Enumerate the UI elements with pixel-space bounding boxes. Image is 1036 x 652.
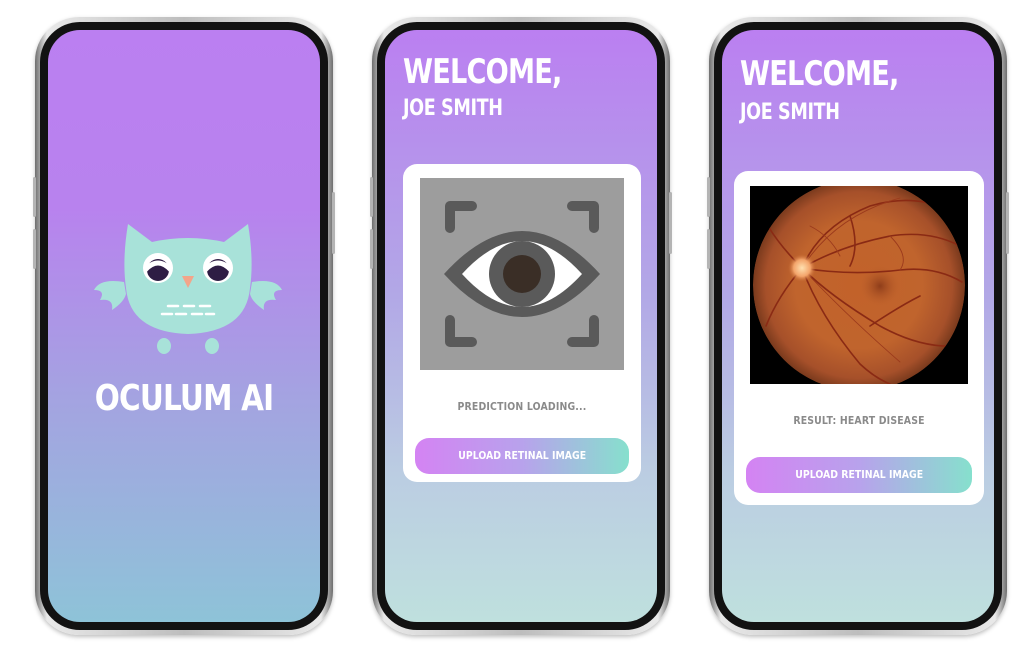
upload-card: PREDICTION LOADING... UPLOAD RETINAL IMA…: [403, 164, 641, 482]
welcome-heading: WELCOME,: [403, 52, 562, 92]
image-placeholder: [420, 178, 624, 370]
phone-side-button: [707, 177, 710, 217]
upload-retinal-image-button[interactable]: UPLOAD RETINAL IMAGE: [746, 457, 972, 493]
phone-side-button: [370, 229, 373, 269]
phone-side-button: [370, 177, 373, 217]
user-name: JOE SMITH: [403, 96, 503, 121]
retina-fundus-image: [750, 186, 968, 384]
owl-logo-icon: [94, 224, 282, 354]
user-name: JOE SMITH: [740, 100, 840, 125]
phone-power-button: [332, 192, 335, 254]
upload-retinal-image-button[interactable]: UPLOAD RETINAL IMAGE: [415, 438, 629, 474]
loading-screen: WELCOME, JOE SMITH PREDICTION LOADING...…: [385, 30, 657, 622]
phone-result: WELCOME, JOE SMITH RESULT: HEART DISEASE…: [707, 17, 1009, 635]
splash-screen: OCULUM AI: [48, 30, 320, 622]
app-name: OCULUM AI: [94, 378, 274, 419]
welcome-heading: WELCOME,: [740, 54, 899, 94]
phone-side-button: [33, 177, 36, 217]
result-status: RESULT: HEART DISEASE: [793, 414, 925, 427]
result-card: RESULT: HEART DISEASE UPLOAD RETINAL IMA…: [734, 171, 984, 505]
phone-side-button: [707, 229, 710, 269]
phone-power-button: [1006, 192, 1009, 254]
prediction-status: PREDICTION LOADING...: [457, 400, 587, 413]
phone-splash: OCULUM AI: [33, 17, 335, 635]
phone-power-button: [669, 192, 672, 254]
upload-button-label: UPLOAD RETINAL IMAGE: [795, 468, 923, 481]
result-screen: WELCOME, JOE SMITH RESULT: HEART DISEASE…: [722, 30, 994, 622]
phone-loading: WELCOME, JOE SMITH PREDICTION LOADING...…: [370, 17, 672, 635]
phone-side-button: [33, 229, 36, 269]
eye-scan-icon: [444, 201, 600, 347]
upload-button-label: UPLOAD RETINAL IMAGE: [458, 449, 586, 462]
